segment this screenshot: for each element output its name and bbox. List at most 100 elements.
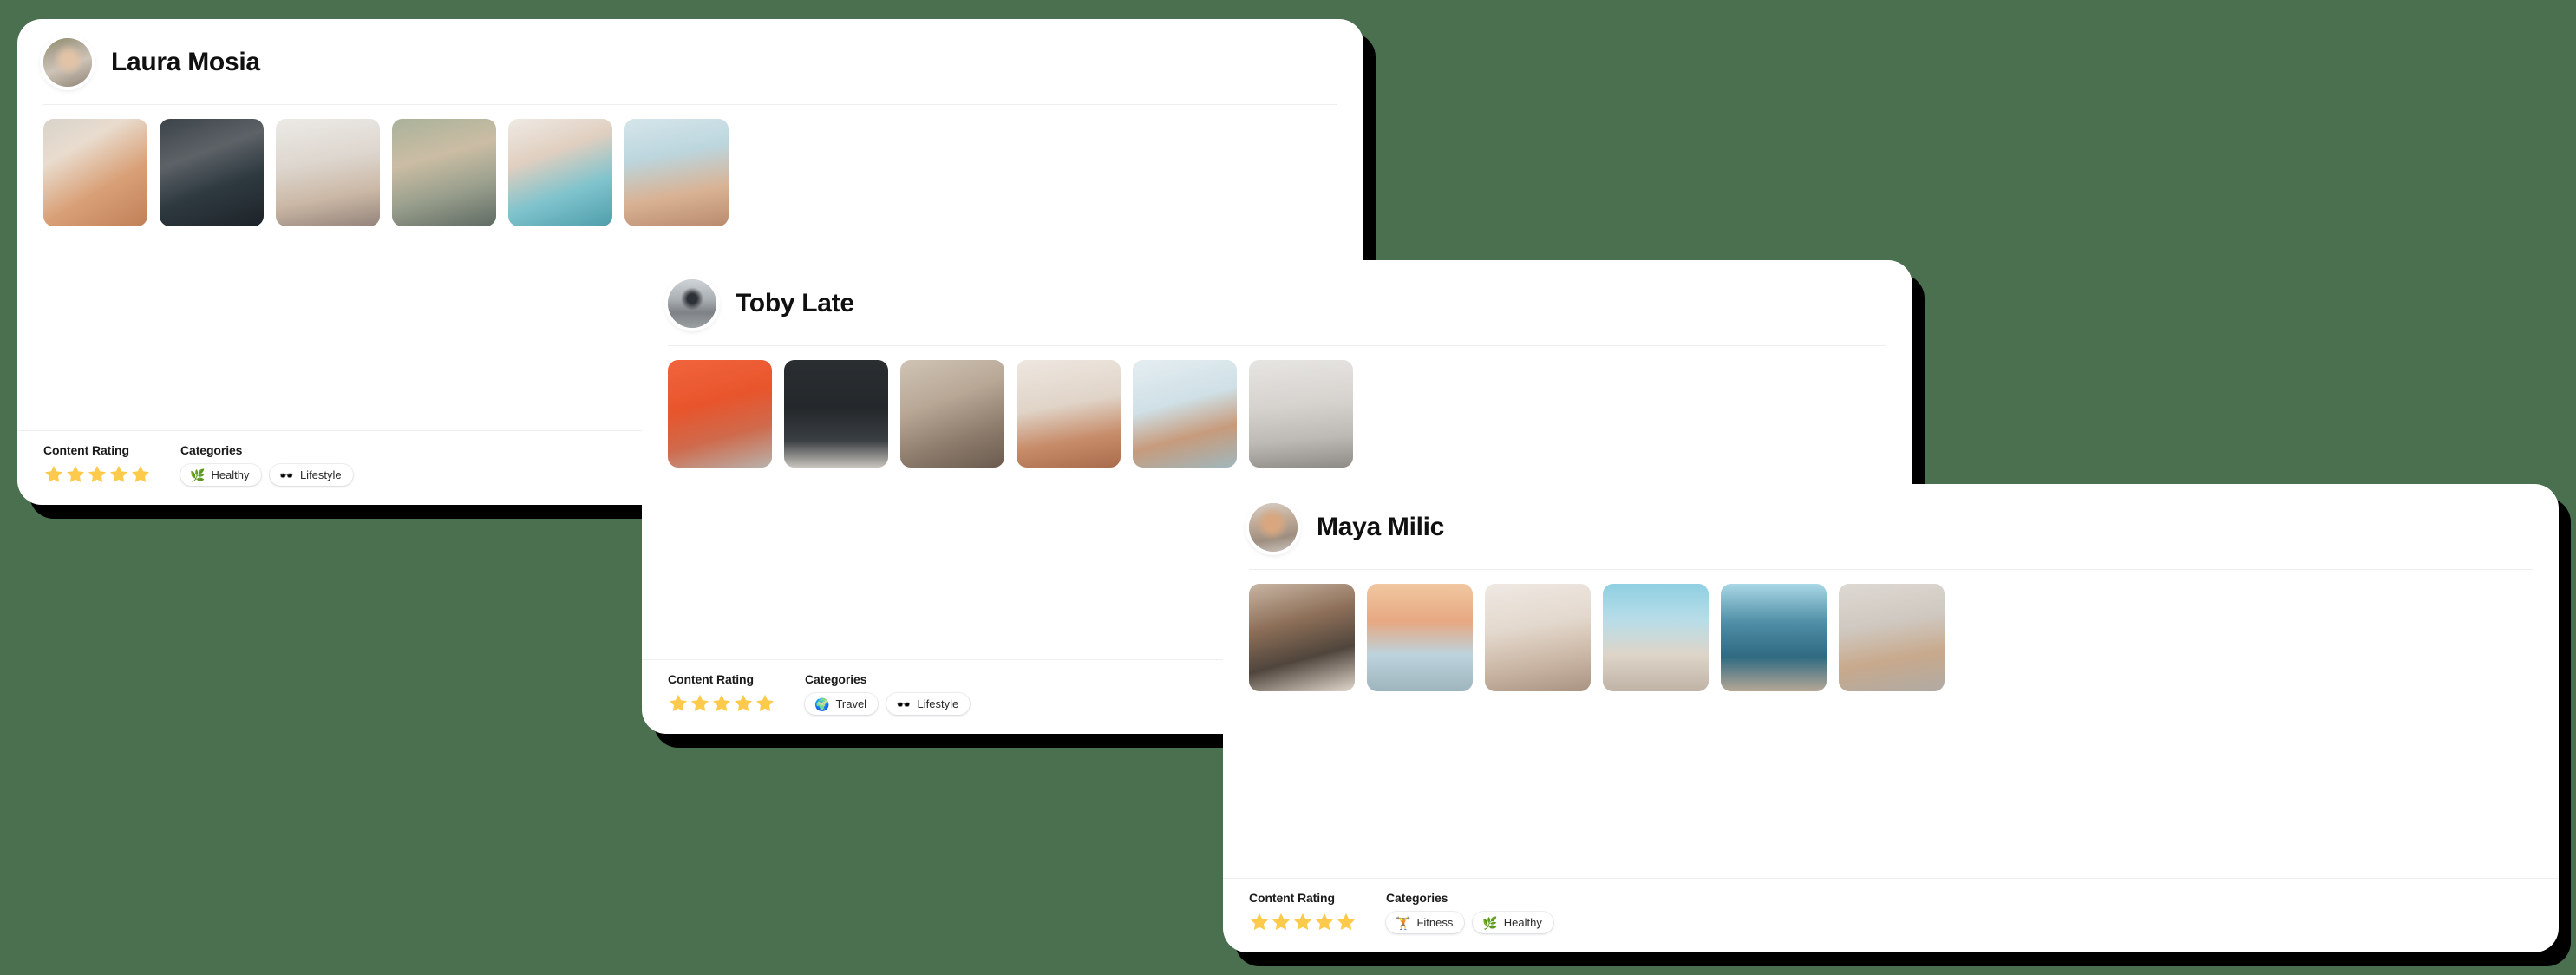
gallery-thumb[interactable] (1485, 584, 1591, 691)
avatar-photo-laura (43, 38, 92, 87)
category-chip[interactable]: 🕶️ Lifestyle (269, 464, 353, 486)
category-chip-label: Lifestyle (917, 697, 959, 710)
photo-man-standing-dark-wall (784, 360, 888, 468)
content-rating-label: Content Rating (43, 443, 129, 457)
gallery-thumb[interactable] (784, 360, 888, 468)
star-icon[interactable] (711, 693, 732, 714)
categories-block: Categories 🌍 Travel 🕶️ Lifestyle (805, 672, 971, 715)
gallery-thumb[interactable] (160, 119, 264, 226)
category-chip[interactable]: 🌿 Healthy (1473, 912, 1553, 933)
influencer-card-maya[interactable]: Maya Milic Content Rating Categories 🏋️ F… (1223, 484, 2559, 952)
gallery-thumb[interactable] (1017, 360, 1121, 468)
photo-woman-sitting-on-couch (1839, 584, 1945, 691)
star-icon[interactable] (1249, 912, 1270, 932)
star-icon[interactable] (1336, 912, 1357, 932)
photo-blue-toned-portrait (1133, 360, 1237, 468)
gallery-thumb[interactable] (900, 360, 1004, 468)
photo-man-on-street-corner (1017, 360, 1121, 468)
star-icon[interactable] (108, 464, 129, 485)
gallery-thumb[interactable] (1249, 360, 1353, 468)
category-chip-label: Fitness (1416, 916, 1454, 929)
photo-hands-holding-blue-scrub (508, 119, 612, 226)
photo-woman-holding-smoothie-bowl (43, 119, 147, 226)
gallery-thumb[interactable] (508, 119, 612, 226)
photo-man-sitting-against-orange-wall (668, 360, 772, 468)
photo-woman-in-sportswear-by-door (160, 119, 264, 226)
card-header: Maya Milic (1223, 484, 2559, 569)
star-icon[interactable] (1271, 912, 1291, 932)
category-chip-label: Travel (835, 697, 867, 710)
content-rating-block: Content Rating (1249, 891, 1357, 932)
category-chip[interactable]: 🌍 Travel (805, 693, 879, 715)
gallery-thumb[interactable] (624, 119, 729, 226)
gallery-thumb[interactable] (1249, 584, 1355, 691)
herb-icon: 🌿 (1482, 915, 1498, 930)
card-header: Toby Late (642, 260, 1912, 345)
card-title: Laura Mosia (111, 48, 260, 76)
category-chips[interactable]: 🌿 Healthy 🕶️ Lifestyle (180, 464, 353, 486)
star-icon[interactable] (1314, 912, 1335, 932)
avatar[interactable] (43, 38, 92, 87)
gallery-thumb[interactable] (1133, 360, 1237, 468)
star-rating[interactable] (43, 464, 151, 485)
star-icon[interactable] (668, 693, 689, 714)
star-icon[interactable] (65, 464, 86, 485)
photo-gallery[interactable] (17, 105, 1363, 239)
star-icon[interactable] (43, 464, 64, 485)
photo-gallery[interactable] (642, 346, 1912, 480)
categories-label: Categories (180, 443, 243, 457)
avatar-photo-toby (668, 279, 716, 328)
categories-block: Categories 🏋️ Fitness 🌿 Healthy (1386, 891, 1553, 933)
gallery-thumb[interactable] (668, 360, 772, 468)
gallery-thumb[interactable] (1839, 584, 1945, 691)
photo-woman-doing-pull-ups (1249, 584, 1355, 691)
categories-block: Categories 🌿 Healthy 🕶️ Lifestyle (180, 443, 353, 486)
card-footer: Content Rating Categories 🏋️ Fitness 🌿 Heal… (1223, 878, 2559, 952)
category-chips[interactable]: 🌍 Travel 🕶️ Lifestyle (805, 693, 971, 715)
content-rating-block: Content Rating (668, 672, 775, 714)
sunglasses-icon: 🕶️ (896, 697, 912, 711)
categories-label: Categories (1386, 891, 1448, 905)
card-title: Toby Late (736, 289, 854, 317)
gallery-thumb[interactable] (1603, 584, 1709, 691)
star-icon[interactable] (690, 693, 710, 714)
content-rating-label: Content Rating (668, 672, 754, 686)
category-chip[interactable]: 🏋️ Fitness (1386, 912, 1465, 933)
dumbbell-icon: 🏋️ (1396, 915, 1411, 930)
photo-woman-on-rooftop-at-sunset (1367, 584, 1473, 691)
content-rating-label: Content Rating (1249, 891, 1335, 905)
content-rating-block: Content Rating (43, 443, 151, 485)
star-icon[interactable] (733, 693, 754, 714)
category-chip-label: Lifestyle (299, 468, 342, 481)
star-icon[interactable] (1292, 912, 1313, 932)
sunglasses-icon: 🕶️ (278, 468, 294, 482)
star-rating[interactable] (668, 693, 775, 714)
gallery-thumb[interactable] (43, 119, 147, 226)
photo-mirror-selfie-in-bedroom (276, 119, 380, 226)
globe-icon: 🌍 (814, 697, 830, 711)
avatar[interactable] (1249, 503, 1298, 552)
category-chips[interactable]: 🏋️ Fitness 🌿 Healthy (1386, 912, 1553, 933)
gallery-thumb[interactable] (1367, 584, 1473, 691)
category-chip-label: Healthy (1503, 916, 1542, 929)
photo-white-brick-wall-scene (1249, 360, 1353, 468)
category-chip[interactable]: 🕶️ Lifestyle (886, 693, 971, 715)
star-icon[interactable] (130, 464, 151, 485)
card-header: Laura Mosia (17, 19, 1363, 104)
star-rating[interactable] (1249, 912, 1357, 932)
photo-woman-stretching-on-bench (1603, 584, 1709, 691)
photo-gallery[interactable] (1223, 570, 2559, 703)
star-icon[interactable] (87, 464, 108, 485)
photo-close-up-portrait-wet-hair (624, 119, 729, 226)
gallery-thumb[interactable] (276, 119, 380, 226)
category-chip[interactable]: 🌿 Healthy (180, 464, 261, 486)
avatar-photo-maya (1249, 503, 1298, 552)
gallery-thumb[interactable] (392, 119, 496, 226)
photo-woman-sitting-by-lake (392, 119, 496, 226)
photo-friends-sitting-on-rug (1485, 584, 1591, 691)
influencer-card-stack: Laura Mosia Content Rating Categories 🌿 H… (0, 0, 2576, 975)
star-icon[interactable] (755, 693, 775, 714)
avatar[interactable] (668, 279, 716, 328)
card-title: Maya Milic (1317, 513, 1445, 541)
gallery-thumb[interactable] (1721, 584, 1827, 691)
